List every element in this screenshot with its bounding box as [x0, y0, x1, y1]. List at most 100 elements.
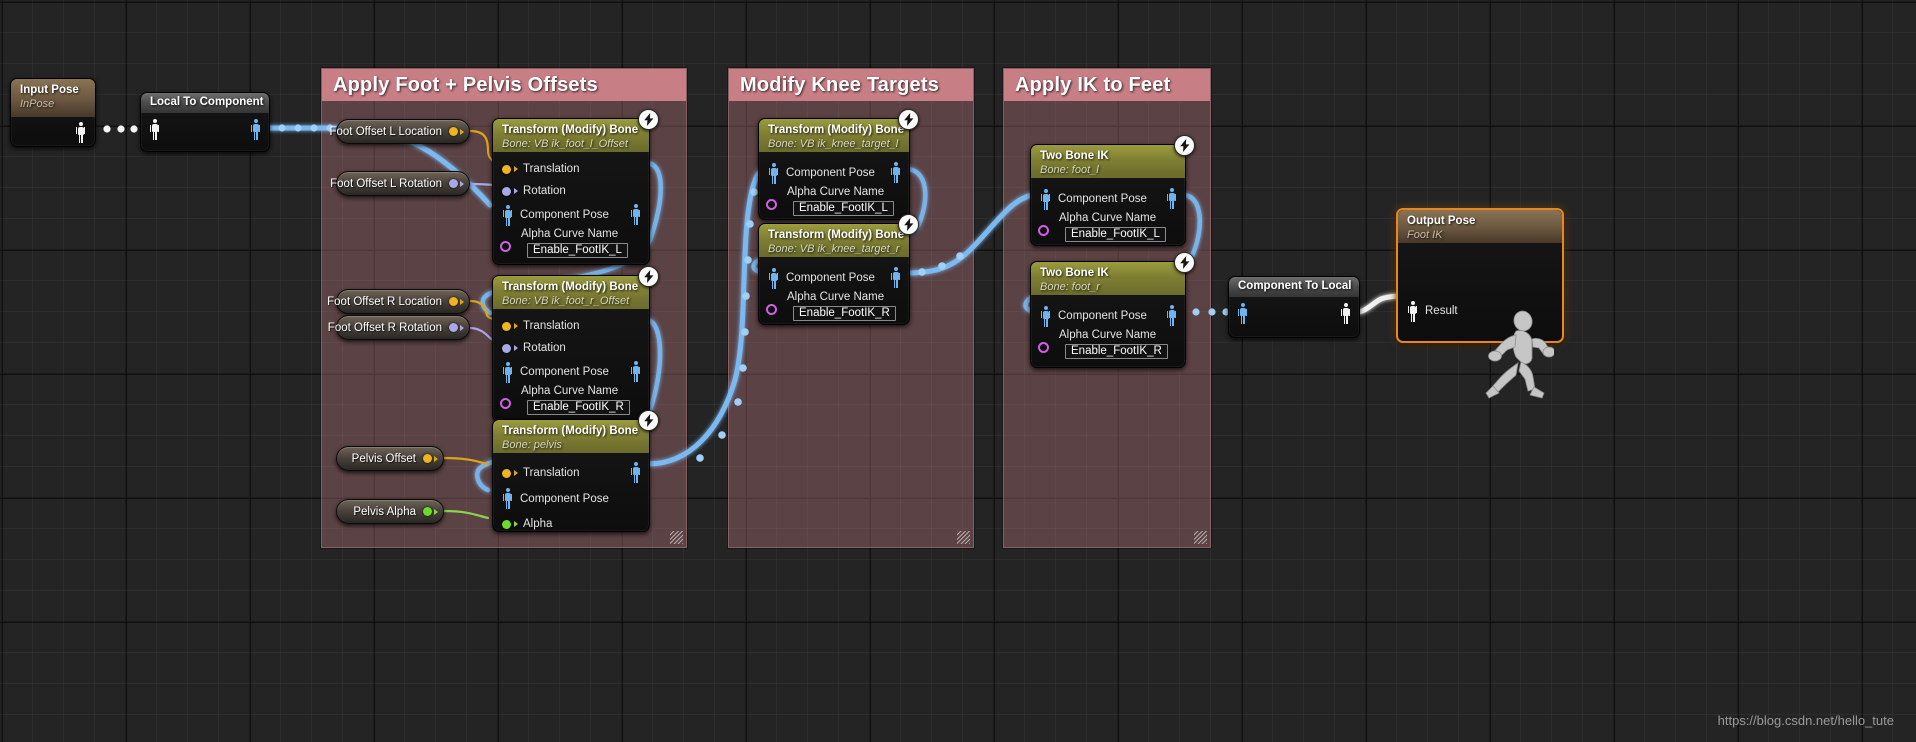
row-alpha-curve-name[interactable]: Alpha Curve Name Enable_FootIK_L	[759, 186, 909, 222]
pose-pin-output-icon[interactable]	[1340, 303, 1351, 324]
rotation-input-pin[interactable]	[502, 343, 511, 353]
vector-output-pin[interactable]	[449, 297, 458, 306]
pin-row-translation[interactable]: Translation	[493, 315, 649, 337]
pose-pin-output-icon[interactable]	[630, 204, 641, 225]
node-output-pose[interactable]: Output Pose Foot IK Result	[1396, 208, 1564, 399]
pose-pin-input-icon[interactable]	[502, 361, 513, 383]
resize-grip[interactable]	[670, 531, 683, 544]
pose-pin-input-icon[interactable]	[768, 267, 779, 289]
pin-label: Component Pose	[1058, 310, 1147, 322]
node-local-to-component[interactable]: Local To Component	[140, 92, 270, 152]
alpha-curve-name-field[interactable]: Enable_FootIK_L	[527, 243, 628, 258]
pin-arrow-icon	[514, 166, 518, 172]
pin-arrow-icon	[460, 324, 464, 331]
rotator-output-pin[interactable]	[449, 179, 458, 188]
pose-pin-output-icon[interactable]	[890, 267, 901, 288]
row-alpha-curve-name[interactable]: Alpha Curve Name Enable_FootIK_R	[1031, 329, 1185, 365]
name-input-pin[interactable]	[766, 199, 777, 210]
name-input-pin[interactable]	[1038, 342, 1049, 353]
alpha-curve-name-field[interactable]: Enable_FootIK_R	[527, 400, 630, 415]
rotation-input-pin[interactable]	[502, 186, 511, 196]
node-header: Local To Component	[141, 93, 269, 113]
alpha-curve-name-field[interactable]: Enable_FootIK_R	[793, 306, 896, 321]
translation-input-pin[interactable]	[502, 164, 511, 174]
pin-row-output-pose[interactable]	[11, 117, 95, 147]
node-subtitle: Bone: foot_r	[1040, 281, 1100, 293]
node-transform-modify-bone-foot-r[interactable]: Transform (Modify) Bone Bone: VB ik_foot…	[492, 266, 659, 422]
pin-arrow-icon	[514, 345, 518, 351]
pose-pin-input-icon[interactable]	[149, 119, 160, 140]
row-alpha-curve-name[interactable]: Alpha Curve Name Enable_FootIK_R	[493, 385, 649, 421]
variable-label: Pelvis Offset	[351, 452, 416, 465]
variable-pelvis-alpha[interactable]: Pelvis Alpha	[336, 499, 444, 524]
pose-pin-input-icon[interactable]	[1040, 188, 1051, 210]
pin-row-translation[interactable]: Translation	[493, 461, 649, 485]
node-subtitle: Bone: VB ik_knee_target_l	[768, 138, 899, 150]
node-subtitle: Bone: VB ik_knee_target_r	[768, 243, 900, 255]
float-output-pin[interactable]	[423, 507, 432, 516]
pin-row-rotation[interactable]: Rotation	[493, 337, 649, 359]
pose-pin-output-icon[interactable]	[250, 119, 261, 140]
row-alpha-curve-name[interactable]: Alpha Curve Name Enable_FootIK_L	[1031, 212, 1185, 248]
pose-pin-input-icon[interactable]	[502, 488, 513, 509]
pose-pin-icon[interactable]	[75, 121, 86, 143]
row-alpha-curve-name[interactable]: Alpha Curve Name Enable_FootIK_R	[759, 291, 909, 327]
translation-input-pin[interactable]	[502, 321, 511, 331]
node-component-to-local[interactable]: Component To Local	[1228, 276, 1360, 338]
node-input-pose[interactable]: Input Pose InPose	[10, 78, 96, 147]
node-transform-modify-bone-knee-target-r[interactable]: Transform (Modify) Bone Bone: VB ik_knee…	[758, 214, 919, 327]
pin-row-alpha[interactable]: Alpha	[493, 512, 649, 536]
alpha-curve-name-field[interactable]: Enable_FootIK_R	[1065, 344, 1168, 359]
pose-pin-input-icon[interactable]	[768, 162, 779, 184]
pin-label: Alpha Curve Name	[787, 291, 885, 303]
pose-pin-output-icon[interactable]	[890, 162, 901, 183]
row-alpha-curve-name[interactable]: Alpha Curve Name Enable_FootIK_L	[493, 228, 649, 264]
resize-grip[interactable]	[1194, 531, 1207, 544]
pose-pin-input-icon[interactable]	[502, 204, 513, 226]
pin-row-component-pose[interactable]: Component Pose	[493, 359, 649, 385]
pose-pin-output-icon[interactable]	[1166, 305, 1177, 326]
variable-label: Foot Offset R Location	[327, 295, 442, 308]
pin-row-rotation[interactable]: Rotation	[493, 180, 649, 202]
pin-row-component-pose[interactable]: Component Pose	[759, 160, 909, 186]
pose-pin-input-icon[interactable]	[1040, 305, 1051, 327]
pose-pin-input-icon[interactable]	[1407, 300, 1418, 322]
pin-row-translation[interactable]: Translation	[493, 158, 649, 180]
name-input-pin[interactable]	[500, 398, 511, 409]
variable-foot-offset-l-rotation[interactable]: Foot Offset L Rotation	[330, 171, 470, 196]
variable-foot-offset-r-location[interactable]: Foot Offset R Location	[327, 289, 470, 314]
node-title: Input Pose	[20, 84, 79, 96]
alpha-curve-name-field[interactable]: Enable_FootIK_L	[793, 201, 894, 216]
name-input-pin[interactable]	[500, 241, 511, 252]
pose-pin-output-icon[interactable]	[1166, 188, 1177, 209]
alpha-curve-name-field[interactable]: Enable_FootIK_L	[1065, 227, 1166, 242]
resize-grip[interactable]	[957, 531, 970, 544]
node-transform-modify-bone-foot-l[interactable]: Transform (Modify) Bone Bone: VB ik_foot…	[492, 109, 659, 265]
pin-row-component-pose[interactable]: Component Pose	[493, 485, 649, 512]
fast-path-bolt-icon	[898, 214, 919, 235]
pose-pin-input-icon[interactable]	[1237, 303, 1248, 324]
node-transform-modify-bone-knee-target-l[interactable]: Transform (Modify) Bone Bone: VB ik_knee…	[758, 109, 919, 222]
variable-foot-offset-r-rotation[interactable]: Foot Offset R Rotation	[328, 315, 470, 340]
node-two-bone-ik-foot-l[interactable]: Two Bone IK Bone: foot_l Component Pose …	[1030, 135, 1195, 248]
name-input-pin[interactable]	[766, 304, 777, 315]
variable-foot-offset-l-location[interactable]: Foot Offset L Location	[329, 119, 470, 144]
pin-row-component-pose[interactable]: Component Pose	[1031, 303, 1185, 329]
node-header: Component To Local	[1229, 277, 1359, 297]
pose-pin-output-icon[interactable]	[630, 361, 641, 382]
pin-row-component-pose[interactable]: Component Pose	[1031, 186, 1185, 212]
translation-input-pin[interactable]	[502, 468, 511, 478]
vector-output-pin[interactable]	[423, 454, 432, 463]
node-transform-modify-bone-pelvis[interactable]: Transform (Modify) Bone Bone: pelvis Tra…	[492, 410, 659, 532]
variable-pelvis-offset[interactable]: Pelvis Offset	[336, 446, 444, 471]
pin-row-component-pose[interactable]: Component Pose	[759, 265, 909, 291]
name-input-pin[interactable]	[1038, 225, 1049, 236]
pin-arrow-icon	[514, 521, 518, 527]
vector-output-pin[interactable]	[449, 127, 458, 136]
pin-row-component-pose[interactable]: Component Pose	[493, 202, 649, 228]
node-two-bone-ik-foot-r[interactable]: Two Bone IK Bone: foot_r Component Pose …	[1030, 252, 1195, 368]
pose-pin-output-icon[interactable]	[630, 462, 641, 483]
alpha-input-pin[interactable]	[502, 519, 511, 529]
rotator-output-pin[interactable]	[449, 323, 458, 332]
pin-arrow-icon	[434, 455, 438, 462]
